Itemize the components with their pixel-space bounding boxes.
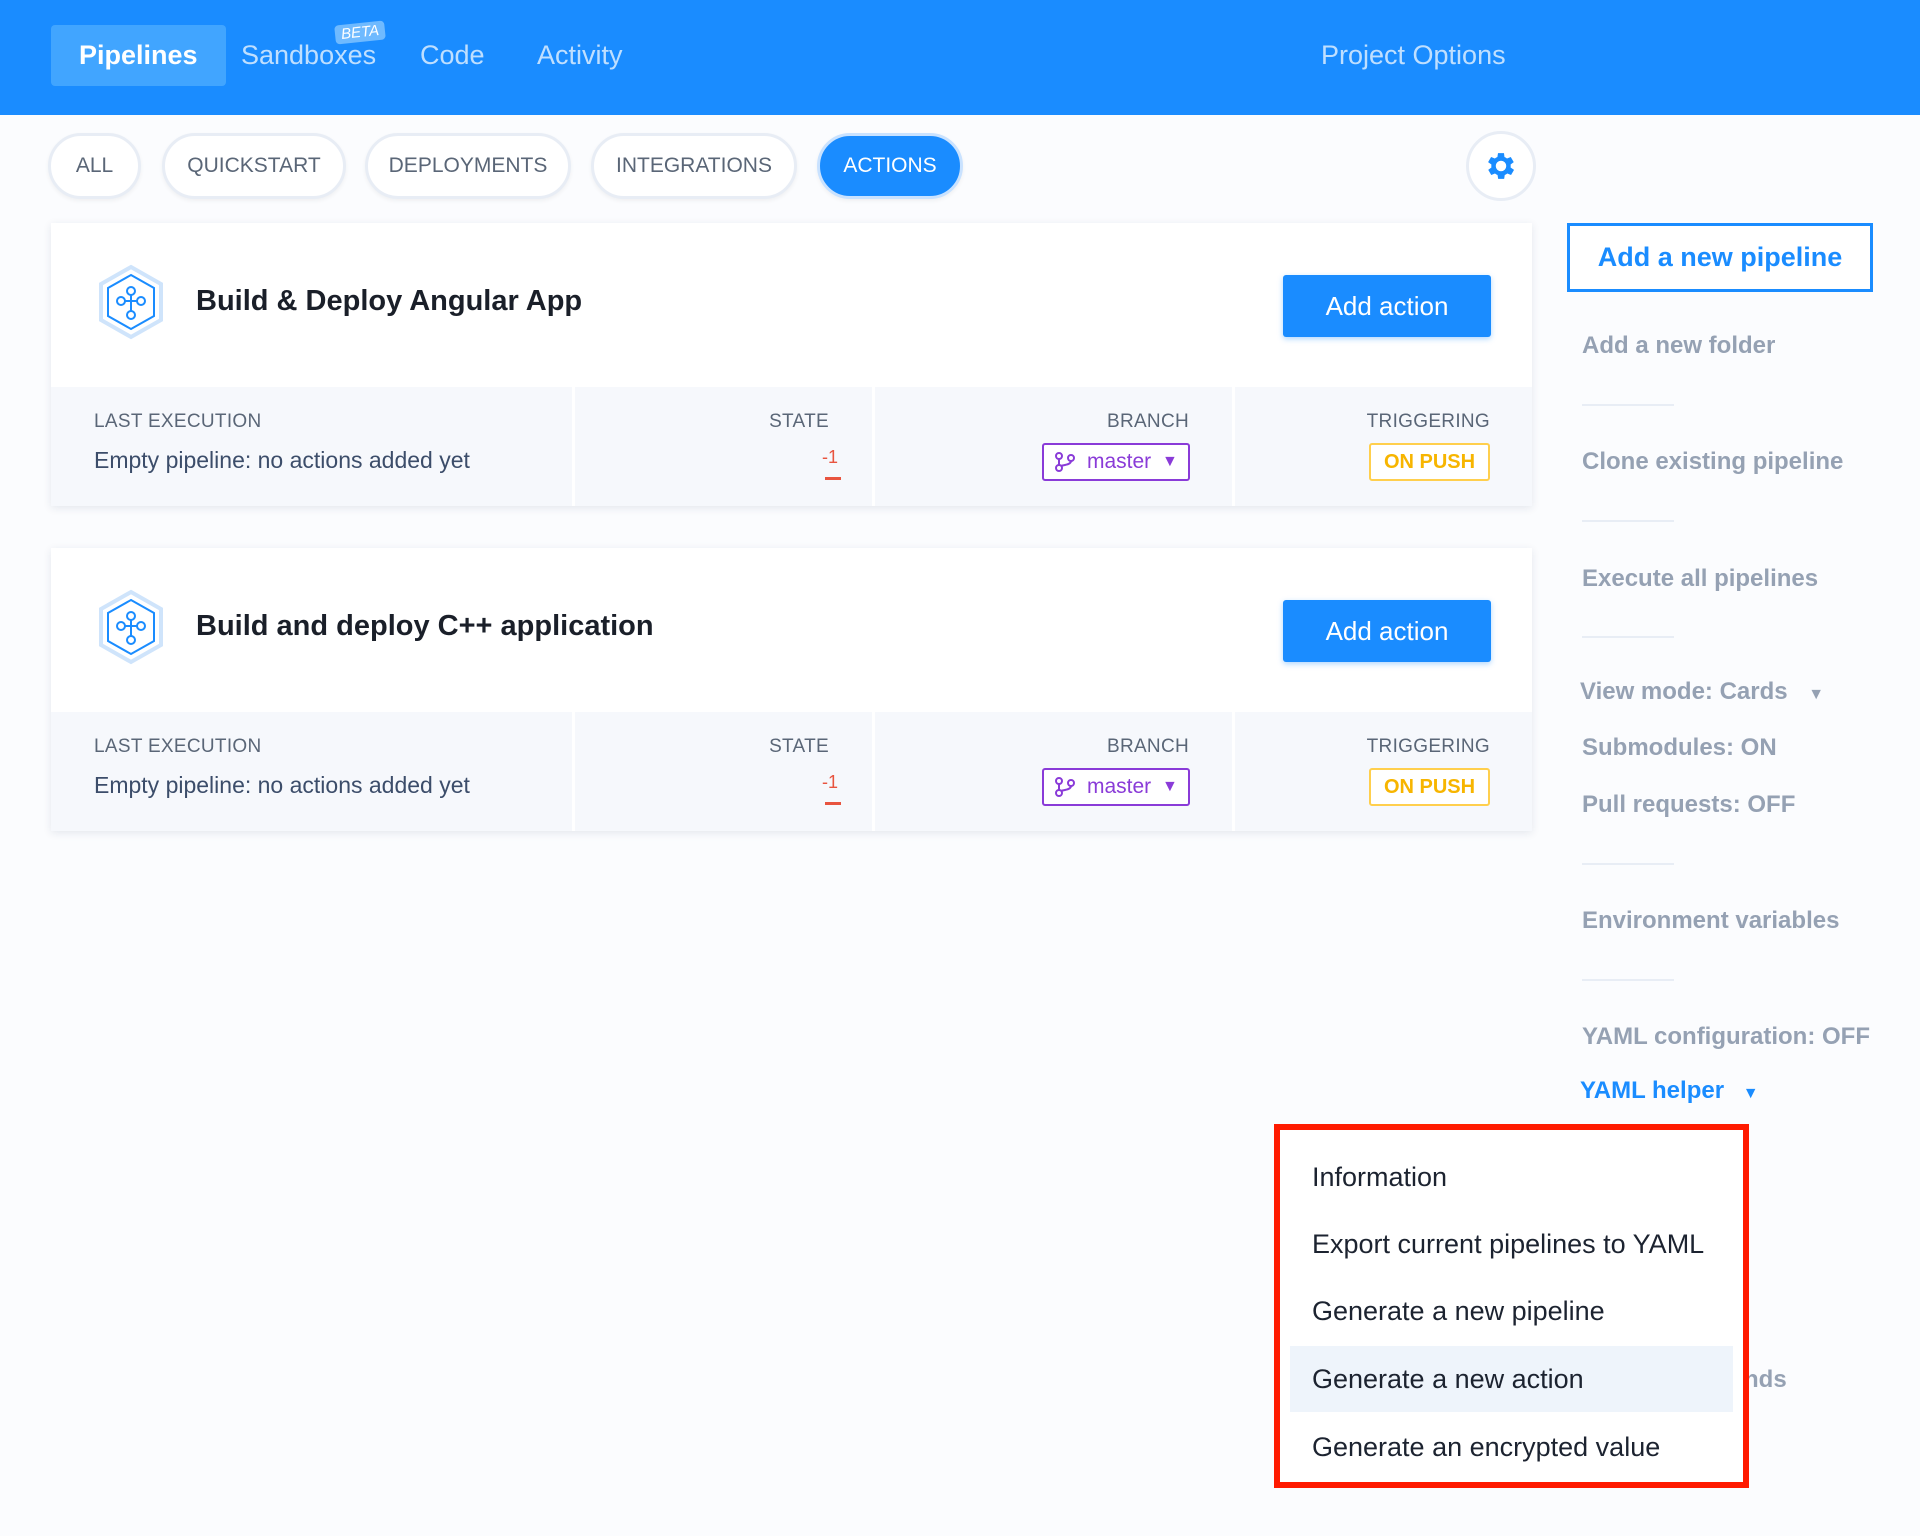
sidebar-divider [1582, 979, 1674, 981]
triggering-label: TRIGGERING [1366, 736, 1490, 757]
triggering-badge[interactable]: ON PUSH [1369, 768, 1490, 806]
yaml-helper-label: YAML helper [1580, 1077, 1725, 1104]
execute-all-link[interactable]: Execute all pipelines [1582, 565, 1818, 593]
triggering-label: TRIGGERING [1366, 411, 1490, 432]
gear-icon [1488, 153, 1515, 179]
last-execution-value: Empty pipeline: no actions added yet [94, 447, 470, 473]
state-indicator [825, 477, 841, 480]
yaml-helper-menu: Information Export current pipelines to … [1274, 1124, 1749, 1488]
pipeline-stats: LAST EXECUTION Empty pipeline: no action… [51, 712, 1532, 831]
top-nav: Pipelines Sandboxes BETA Code Activity P… [0, 0, 1920, 115]
pipeline-icon [99, 264, 163, 340]
last-execution-value: Empty pipeline: no actions added yet [94, 772, 470, 798]
state-value: -1 [821, 772, 838, 792]
chevron-down-icon: ▼ [1808, 686, 1825, 703]
add-folder-link[interactable]: Add a new folder [1582, 332, 1775, 360]
chevron-down-icon: ▼ [1742, 1085, 1759, 1102]
branch-name: master [1087, 450, 1152, 473]
tab-code[interactable]: Code [392, 25, 513, 86]
pipeline-icon [99, 589, 163, 665]
settings-button[interactable] [1466, 131, 1536, 201]
state-indicator [825, 802, 841, 805]
state-label: STATE [769, 736, 829, 757]
sidebar-divider [1582, 404, 1674, 406]
pull-requests-toggle[interactable]: Pull requests: OFF [1582, 791, 1795, 819]
branch-name: master [1087, 775, 1152, 798]
filter-deployments[interactable]: DEPLOYMENTS [365, 133, 571, 199]
tab-activity[interactable]: Activity [509, 25, 651, 86]
sidebar-divider [1582, 636, 1674, 638]
triggering-badge[interactable]: ON PUSH [1369, 443, 1490, 481]
view-mode-selector[interactable]: View mode: Cards ▼ [1580, 678, 1824, 706]
last-execution-label: LAST EXECUTION [94, 736, 262, 757]
pipeline-stats: LAST EXECUTION Empty pipeline: no action… [51, 387, 1532, 506]
menu-item-export-yaml[interactable]: Export current pipelines to YAML [1290, 1211, 1733, 1277]
pipeline-card: Build & Deploy Angular App Add action LA… [51, 223, 1532, 506]
branch-label: BRANCH [1106, 736, 1189, 757]
hidden-sidebar-link[interactable]: nds [1744, 1366, 1787, 1394]
project-options-link[interactable]: Project Options [1293, 25, 1534, 86]
menu-item-generate-action[interactable]: Generate a new action [1290, 1346, 1733, 1412]
yaml-config-toggle[interactable]: YAML configuration: OFF [1582, 1023, 1870, 1051]
add-action-button[interactable]: Add action [1283, 275, 1491, 337]
view-mode-label: View mode: Cards [1580, 678, 1788, 705]
filter-all[interactable]: ALL [48, 133, 141, 199]
environment-variables-link[interactable]: Environment variables [1582, 907, 1839, 935]
branch-selector[interactable]: master ▼ [1042, 443, 1190, 481]
pipeline-card: Build and deploy C++ application Add act… [51, 548, 1532, 831]
filter-actions[interactable]: ACTIONS [817, 133, 963, 199]
sidebar-divider [1582, 520, 1674, 522]
add-action-button[interactable]: Add action [1283, 600, 1491, 662]
clone-pipeline-link[interactable]: Clone existing pipeline [1582, 448, 1843, 476]
filter-quickstart[interactable]: QUICKSTART [162, 133, 346, 199]
submodules-toggle[interactable]: Submodules: ON [1582, 734, 1777, 762]
branch-selector[interactable]: master ▼ [1042, 768, 1190, 806]
last-execution-label: LAST EXECUTION [94, 411, 262, 432]
branch-icon [1055, 452, 1075, 472]
pipeline-title[interactable]: Build and deploy C++ application [196, 610, 654, 643]
sidebar-divider [1582, 863, 1674, 865]
branch-label: BRANCH [1106, 411, 1189, 432]
menu-item-generate-pipeline[interactable]: Generate a new pipeline [1290, 1278, 1733, 1344]
chevron-down-icon: ▼ [1162, 778, 1178, 795]
menu-item-information[interactable]: Information [1290, 1144, 1733, 1210]
add-pipeline-button[interactable]: Add a new pipeline [1567, 223, 1873, 292]
chevron-down-icon: ▼ [1162, 453, 1178, 470]
filter-integrations[interactable]: INTEGRATIONS [591, 133, 797, 199]
state-value: -1 [821, 447, 838, 467]
yaml-helper-dropdown[interactable]: YAML helper ▼ [1580, 1077, 1759, 1105]
tab-pipelines[interactable]: Pipelines [51, 25, 226, 86]
branch-icon [1055, 777, 1075, 797]
state-label: STATE [769, 411, 829, 432]
pipeline-title[interactable]: Build & Deploy Angular App [196, 285, 582, 318]
menu-item-generate-encrypted[interactable]: Generate an encrypted value [1290, 1414, 1733, 1480]
